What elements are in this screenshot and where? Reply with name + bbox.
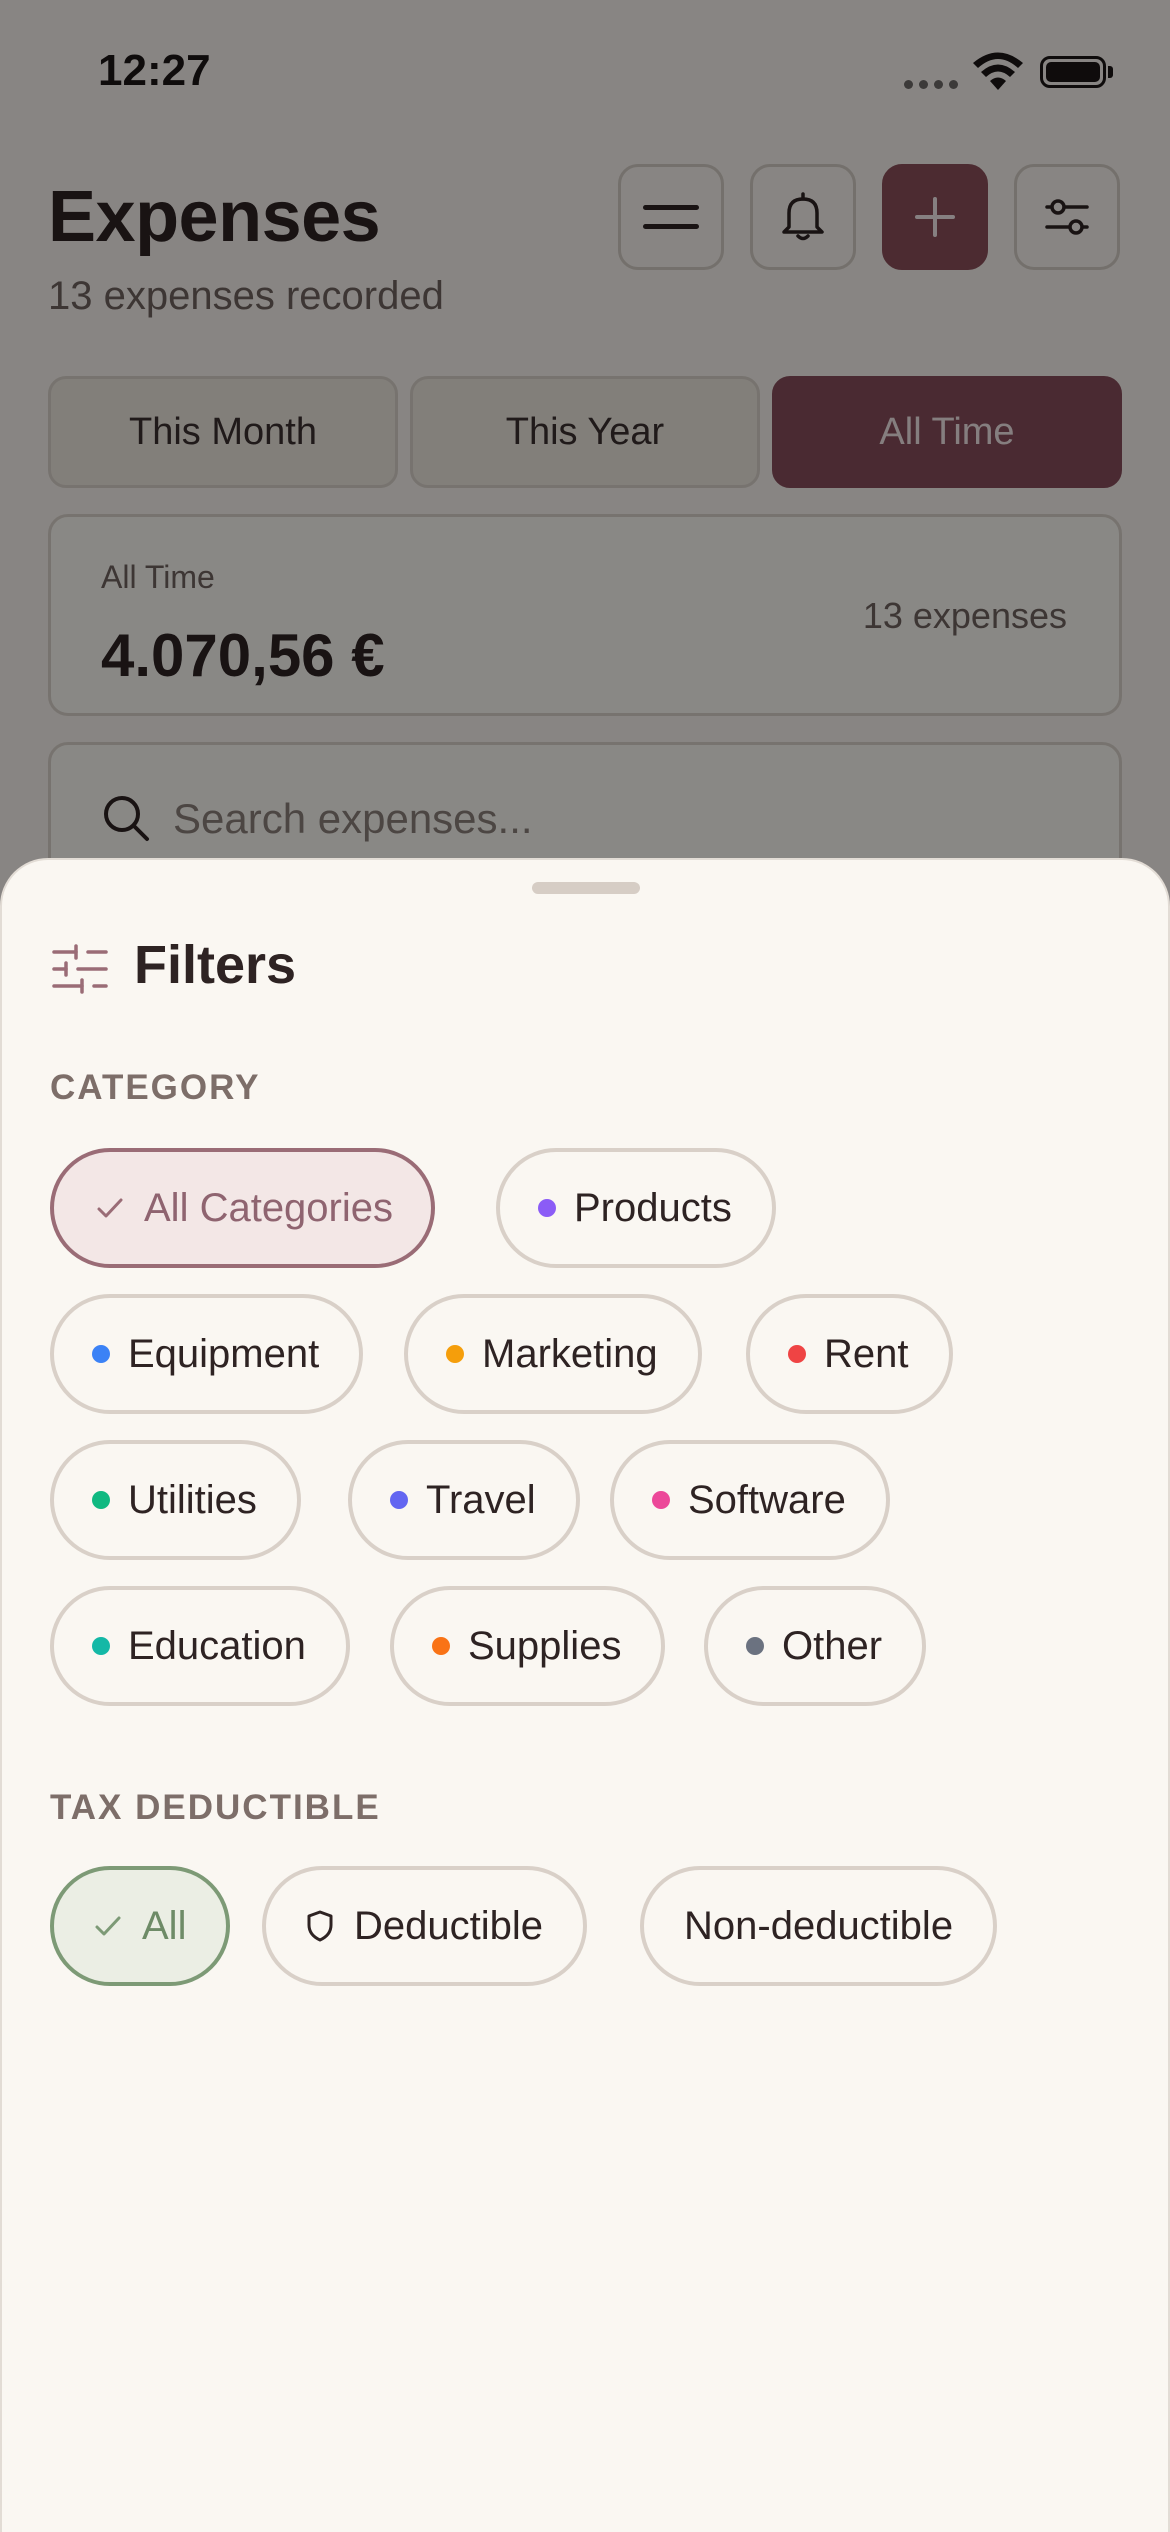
chip-deductible[interactable]: Deductible	[262, 1866, 588, 1986]
chip-rent[interactable]: Rent	[746, 1294, 953, 1414]
category-color-dot	[92, 1491, 110, 1509]
chip-label: Non-deductible	[684, 1903, 954, 1948]
chip-label: Other	[782, 1623, 883, 1668]
chip-label: Software	[688, 1477, 846, 1522]
shield-icon	[306, 1910, 334, 1942]
chip-label: Utilities	[128, 1477, 257, 1522]
category-section-label: CATEGORY	[50, 1068, 261, 1107]
sheet-title: Filters	[134, 935, 297, 995]
category-color-dot	[652, 1491, 670, 1509]
chip-label: Marketing	[482, 1331, 658, 1376]
category-color-dot	[92, 1637, 110, 1655]
chip-non-deductible[interactable]: Non-deductible	[640, 1866, 998, 1986]
category-color-dot	[446, 1345, 464, 1363]
chip-other[interactable]: Other	[704, 1586, 927, 1706]
filters-sheet: Filters CATEGORY All Categories Products…	[0, 858, 1170, 2532]
category-color-dot	[432, 1637, 450, 1655]
chip-label: All Categories	[144, 1185, 394, 1230]
chip-supplies[interactable]: Supplies	[390, 1586, 666, 1706]
chip-label: Education	[128, 1623, 306, 1668]
chip-equipment[interactable]: Equipment	[50, 1294, 364, 1414]
chip-label: Rent	[824, 1331, 909, 1376]
category-color-dot	[92, 1345, 110, 1363]
tax-section-label: TAX DEDUCTIBLE	[50, 1788, 381, 1827]
chip-products[interactable]: Products	[496, 1148, 776, 1268]
chip-label: Deductible	[354, 1903, 544, 1948]
chip-software[interactable]: Software	[610, 1440, 890, 1560]
chip-label: Supplies	[468, 1623, 622, 1668]
chip-education[interactable]: Education	[50, 1586, 350, 1706]
chip-label: Equipment	[128, 1331, 320, 1376]
chip-tax-all[interactable]: All	[50, 1866, 231, 1986]
chip-label: All	[142, 1903, 187, 1948]
chip-travel[interactable]: Travel	[348, 1440, 580, 1560]
chip-all-categories[interactable]: All Categories	[50, 1148, 436, 1268]
category-color-dot	[538, 1199, 556, 1217]
chip-label: Products	[574, 1185, 732, 1230]
category-color-dot	[390, 1491, 408, 1509]
chip-utilities[interactable]: Utilities	[50, 1440, 301, 1560]
chip-marketing[interactable]: Marketing	[404, 1294, 702, 1414]
filters-sliders-icon	[52, 944, 108, 994]
category-color-dot	[746, 1637, 764, 1655]
chip-label: Travel	[426, 1477, 536, 1522]
category-color-dot	[788, 1345, 806, 1363]
sheet-drag-handle[interactable]	[532, 882, 640, 894]
check-icon	[94, 1915, 122, 1937]
check-icon	[96, 1197, 124, 1219]
